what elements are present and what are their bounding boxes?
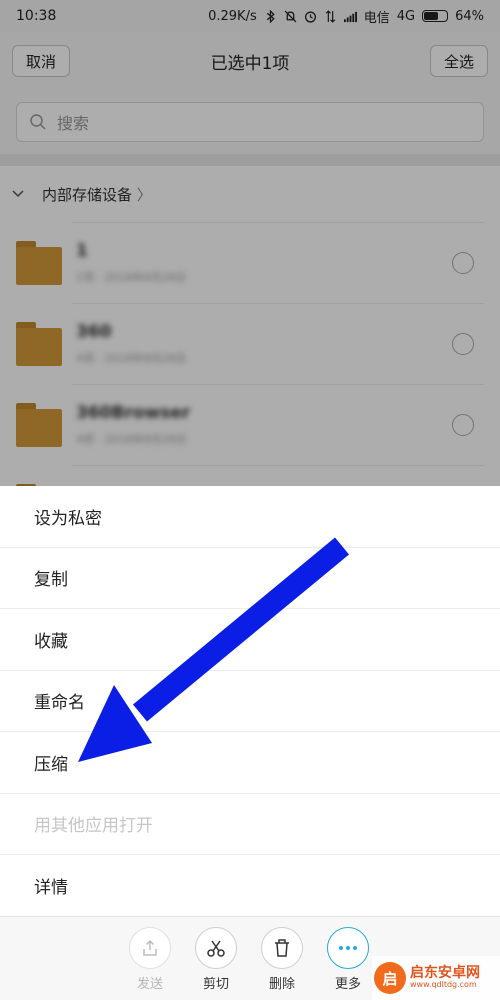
- delete-label: 删除: [268, 977, 295, 992]
- menu-item-copy[interactable]: 复制: [0, 548, 500, 609]
- more-label: 更多: [334, 977, 361, 992]
- menu-item-details[interactable]: 详情: [0, 855, 500, 917]
- watermark: 启 启东安卓网 www.qdltdg.com: [372, 956, 500, 1000]
- send-label: 发送: [136, 977, 163, 992]
- watermark-url: www.qdltdg.com: [410, 980, 477, 990]
- cut-label: 剪切: [202, 977, 229, 992]
- menu-item-set-private[interactable]: 设为私密: [0, 486, 500, 548]
- more-icon: [327, 927, 369, 969]
- menu-item-favorite[interactable]: 收藏: [0, 609, 500, 671]
- menu-item-compress[interactable]: 压缩: [0, 732, 500, 794]
- more-button[interactable]: 更多: [318, 927, 378, 992]
- more-actions-sheet: 设为私密 复制 收藏 重命名 压缩 用其他应用打开 详情: [0, 486, 500, 916]
- watermark-logo: 启: [374, 962, 406, 994]
- share-icon: [129, 927, 171, 969]
- delete-button[interactable]: 删除: [252, 927, 312, 992]
- menu-item-rename[interactable]: 重命名: [0, 671, 500, 732]
- scissors-icon: [195, 927, 237, 969]
- cut-button[interactable]: 剪切: [186, 927, 246, 992]
- menu-item-open-with: 用其他应用打开: [0, 794, 500, 855]
- trash-icon: [261, 927, 303, 969]
- watermark-title: 启东安卓网: [410, 965, 480, 982]
- send-button: 发送: [120, 927, 180, 992]
- modal-overlay[interactable]: [0, 0, 500, 486]
